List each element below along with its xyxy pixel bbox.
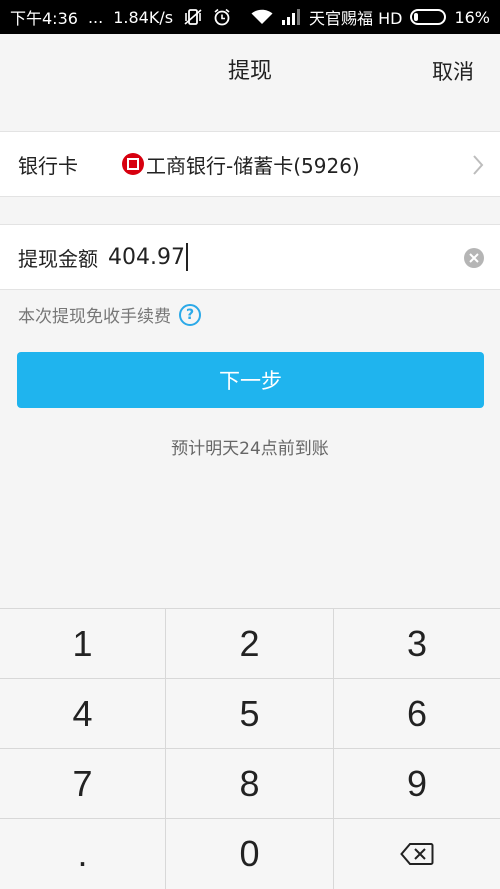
key-4[interactable]: 4 [0, 679, 166, 749]
text-cursor [185, 243, 188, 271]
key-2[interactable]: 2 [166, 609, 334, 679]
nav-header: 提现 取消 [0, 34, 500, 104]
backspace-key[interactable] [334, 819, 500, 889]
key-dot[interactable]: . [0, 819, 166, 889]
key-9[interactable]: 9 [334, 749, 500, 819]
status-dots: ... [87, 7, 104, 27]
amount-label: 提现金额 [18, 246, 98, 271]
status-bar: 下午4:36 ... 1.84K/s 天官赐福 HD 16% [0, 0, 500, 34]
vibrate-icon [183, 8, 203, 26]
key-1[interactable]: 1 [0, 609, 166, 679]
help-icon[interactable]: ? [179, 303, 201, 326]
next-step-button[interactable]: 下一步 [17, 352, 484, 408]
alarm-icon [213, 8, 231, 26]
key-0[interactable]: 0 [166, 819, 334, 889]
bank-card-label: 银行卡 [18, 153, 78, 178]
cancel-button[interactable]: 取消 [432, 56, 474, 86]
battery-percent: 16% [454, 7, 490, 27]
icbc-logo-icon [122, 153, 144, 175]
backspace-icon [400, 843, 434, 865]
page-title: 提现 [227, 59, 272, 84]
arrival-estimate: 预计明天24点前到账 [171, 439, 329, 459]
numeric-keypad: 1 2 3 4 5 6 7 8 9 . 0 [0, 608, 500, 889]
wifi-icon [251, 9, 273, 25]
bank-card-selector[interactable]: 银行卡 工商银行-储蓄卡(5926) [0, 131, 500, 197]
signal-icon [281, 9, 301, 25]
network-speed: 1.84K/s [113, 7, 174, 27]
fee-note-text: 本次提现免收手续费 [18, 307, 171, 327]
carrier-name: 天官赐福 HD [308, 9, 403, 28]
key-8[interactable]: 8 [166, 749, 334, 819]
fee-note: 本次提现免收手续费 ? [18, 302, 201, 327]
key-3[interactable]: 3 [334, 609, 500, 679]
bank-card-name: 工商银行-储蓄卡(5926) [146, 153, 360, 178]
amount-input[interactable]: 404.97 [108, 245, 185, 270]
status-time: 下午4:36 [10, 9, 78, 28]
amount-field-row[interactable]: 提现金额 404.97 [0, 224, 500, 290]
key-5[interactable]: 5 [166, 679, 334, 749]
battery-icon [410, 9, 447, 25]
clear-input-button[interactable] [464, 248, 484, 268]
key-7[interactable]: 7 [0, 749, 166, 819]
chevron-right-icon [472, 154, 484, 180]
close-icon [469, 253, 479, 263]
key-6[interactable]: 6 [334, 679, 500, 749]
